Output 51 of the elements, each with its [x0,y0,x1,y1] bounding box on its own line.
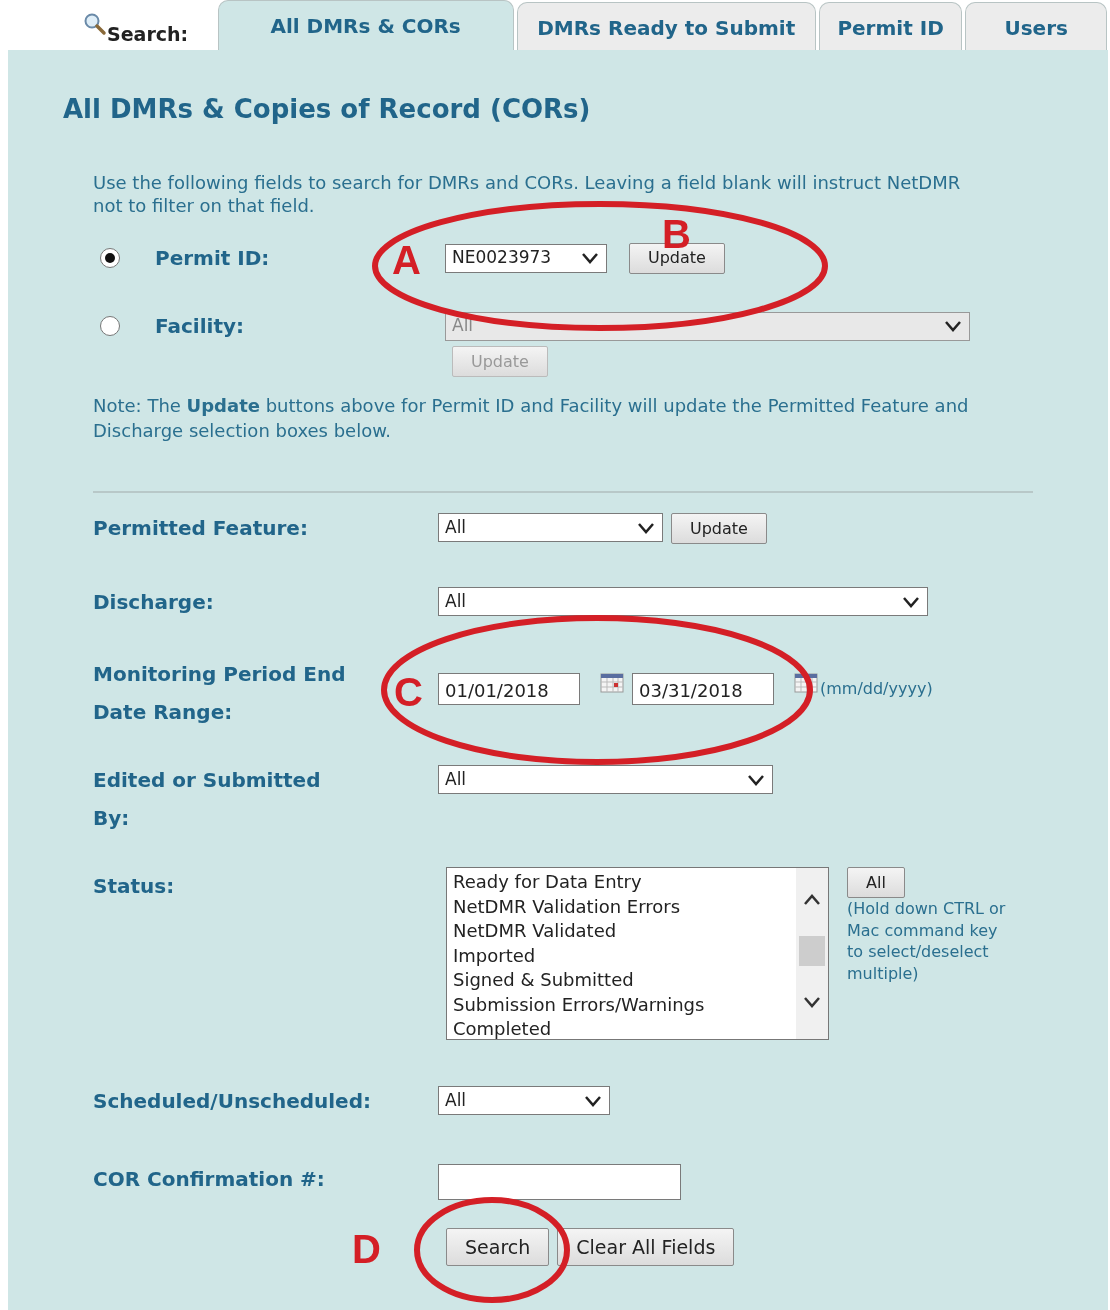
selection-hint: (Hold down CTRL or Mac command key to select/deselect multiple) [847,898,1007,984]
field-label: Edited or Submitted By: [93,767,322,832]
list-option[interactable]: Imported [453,943,790,968]
field-label: Status: [93,873,175,900]
dropdown-field[interactable]: All [438,587,928,616]
list-option[interactable]: Signed & Submitted [453,968,790,993]
dropdown-caret-icon [580,251,600,265]
field-label: Facility: [155,314,244,338]
field-label: Permitted Feature: [93,515,308,542]
field-label: Scheduled/Unscheduled: [93,1088,371,1115]
note-text: Note: The Update buttons above for Permit ID and Facility will update the Permitted Feature and Discharge selection boxes below. [93,394,970,443]
scroll-thumb[interactable] [799,936,825,966]
radio-button[interactable] [100,248,120,268]
annotation-letter: C [394,676,423,708]
field-label: Permit ID: [155,246,270,270]
scroll-down-icon[interactable] [802,995,822,1009]
tab[interactable]: DMRs Ready to Submit [516,2,816,50]
all-button[interactable]: All [847,867,905,898]
list-option[interactable]: Ready for Data Entry [453,870,790,895]
dropdown-field[interactable]: All [438,765,773,794]
dropdown-caret-icon [943,319,963,333]
dropdown-field[interactable]: All [438,1086,610,1115]
list-option[interactable]: NetDMR Validation Errors [453,894,790,919]
list-option[interactable]: Submission Errors/Warnings [453,992,790,1017]
tab[interactable]: Permit ID [818,2,963,50]
dropdown-field[interactable]: NE0023973 [445,243,607,273]
date-format-hint: (mm/dd/yyyy) [820,678,933,700]
list-option[interactable]: Completed [453,1017,790,1042]
search-button[interactable]: Search [446,1228,550,1266]
scroll-up-icon[interactable] [802,893,822,907]
field-label: COR Confirmation #: [93,1166,325,1193]
search-label: Search: [107,21,189,47]
annotation-letter: D [352,1233,381,1265]
update-button[interactable]: Update [671,513,767,544]
dropdown-field[interactable]: All [438,513,663,542]
date-field[interactable]: 01/01/2018 [438,673,580,705]
calendar-icon[interactable] [600,673,624,693]
tab[interactable]: All DMRs & CORs [217,0,514,50]
field-label: Monitoring Period End Date Range: [93,661,347,726]
date-field[interactable]: 03/31/2018 [632,673,774,705]
list-option[interactable]: NetDMR Validated [453,919,790,944]
clear-button[interactable]: Clear All Fields [557,1228,735,1266]
field-label: Discharge: [93,589,214,616]
page-heading: All DMRs & Copies of Record (CORs) [63,93,592,126]
confirmation-field[interactable] [438,1164,681,1200]
tab[interactable]: Users [965,2,1107,50]
status-listbox[interactable]: Ready for Data Entry NetDMR Validation Errors NetDMR Validated Imported Signed & Submitted Submission Errors/Warnings Completed [446,867,829,1040]
search-icon [83,12,107,36]
intro-text: Use the following fields to search for DMRs and CORs. Leaving a field blank will instruct NetDMR not to filter on that field. [93,171,962,217]
annotation-letter: A [392,244,421,276]
scrollbar[interactable] [796,868,828,1039]
